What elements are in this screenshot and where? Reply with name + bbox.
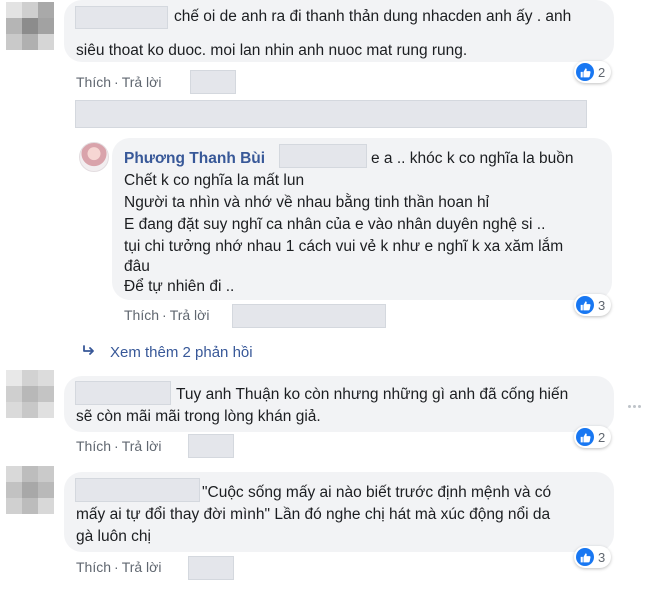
redacted-timestamp — [188, 556, 234, 580]
separator: · — [114, 74, 119, 90]
reaction-count[interactable]: 3 — [574, 546, 612, 568]
avatar[interactable] — [79, 142, 109, 172]
reaction-count[interactable]: 2 — [574, 426, 612, 448]
like-button[interactable]: Thích — [76, 559, 111, 575]
more-replies-link[interactable]: Xem thêm 2 phản hồi — [82, 344, 253, 361]
avatar[interactable] — [6, 2, 54, 50]
redacted-author-name — [75, 381, 171, 405]
comment-line: E đang đặt suy nghĩ ca nhân của e vào nh… — [124, 216, 546, 233]
reaction-count-value: 2 — [598, 64, 606, 80]
comment-actions: Thích · Trả lời — [76, 559, 161, 575]
thumbs-up-icon — [576, 428, 594, 446]
redacted-timestamp — [190, 70, 236, 94]
redacted-author-name — [279, 144, 367, 168]
comment-line: tụi chi tưởng nhớ nhau 1 cách vui vẻ k n… — [124, 238, 564, 255]
comment-line: Để tự nhiên đi .. — [124, 278, 235, 295]
comment-line: đâu — [124, 258, 150, 275]
redacted-timestamp — [232, 304, 386, 328]
thumbs-up-icon — [576, 63, 594, 81]
comment-line: gà luôn chị — [76, 528, 151, 545]
thumbs-up-icon — [576, 548, 594, 566]
comment-line: e a .. khóc k co nghĩa la buồn — [371, 150, 574, 167]
redacted-author-name — [75, 478, 200, 502]
reply-arrow-icon — [82, 344, 96, 361]
separator: · — [162, 307, 167, 323]
comment-line: Người ta nhìn và nhớ về nhau bằng tinh t… — [124, 194, 490, 211]
comment-actions: Thích · Trả lời — [76, 74, 161, 90]
reply-button[interactable]: Trả lời — [170, 307, 210, 323]
reply-button[interactable]: Trả lời — [122, 438, 162, 454]
comment-line: "Cuộc sống mấy ai nào biết trước định mệ… — [202, 484, 552, 501]
comment-line: chế oi de anh ra đi thanh thản dung nhac… — [174, 8, 572, 25]
author-name[interactable]: Phương Thanh Bùi — [124, 148, 265, 169]
reaction-count-value: 2 — [598, 429, 606, 445]
comment-line: Chết k co nghĩa la mất lun — [124, 172, 305, 189]
thumbs-up-icon — [576, 296, 594, 314]
reply-button[interactable]: Trả lời — [122, 559, 162, 575]
more-options-icon[interactable] — [628, 405, 641, 408]
reaction-count-value: 3 — [598, 549, 606, 565]
comment-line: Tuy anh Thuận ko còn nhưng những gì anh … — [176, 386, 569, 403]
reaction-count[interactable]: 2 — [574, 61, 612, 83]
comment-line: siêu thoat ko duoc. moi lan nhin anh nuo… — [76, 42, 468, 59]
redacted-timestamp — [188, 434, 234, 458]
reply-button[interactable]: Trả lời — [122, 74, 162, 90]
comment-line: mấy ai tự đổi thay đời mình" Lần đó nghe… — [76, 506, 551, 523]
like-button[interactable]: Thích — [76, 438, 111, 454]
avatar[interactable] — [6, 466, 54, 514]
redacted-content — [75, 100, 587, 128]
like-button[interactable]: Thích — [76, 74, 111, 90]
redacted-author-name — [75, 6, 168, 29]
reaction-count-value: 3 — [598, 297, 606, 313]
separator: · — [114, 559, 119, 575]
like-button[interactable]: Thích — [124, 307, 159, 323]
comment-actions: Thích · Trả lời — [76, 438, 161, 454]
comment-line: sẽ còn mãi mãi trong lòng khán giả. — [76, 408, 321, 425]
more-replies-label: Xem thêm 2 phản hồi — [110, 344, 253, 361]
avatar[interactable] — [6, 370, 54, 418]
separator: · — [114, 438, 119, 454]
reaction-count[interactable]: 3 — [574, 294, 612, 316]
comment-actions: Thích · Trả lời — [124, 307, 209, 323]
